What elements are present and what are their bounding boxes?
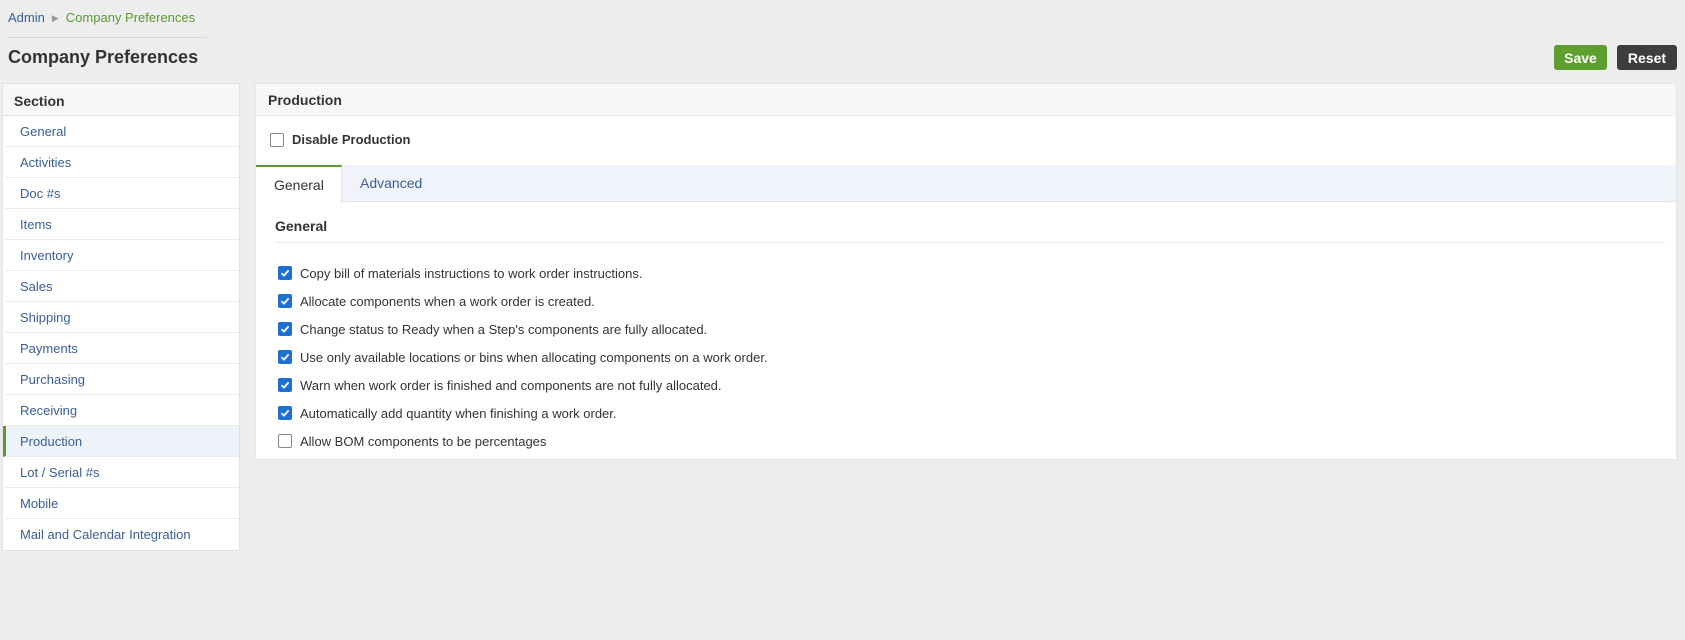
option-label[interactable]: Allow BOM components to be percentages [300, 434, 546, 449]
option-checkbox[interactable] [278, 266, 292, 280]
sidebar-item-doc-numbers[interactable]: Doc #s [3, 178, 239, 209]
sidebar-header: Section [3, 84, 239, 116]
option-label[interactable]: Copy bill of materials instructions to w… [300, 266, 642, 281]
option-allocate-components: Allocate components when a work order is… [278, 287, 768, 315]
breadcrumb-admin-link[interactable]: Admin [8, 10, 45, 25]
sidebar-item-activities[interactable]: Activities [3, 147, 239, 178]
tab-bar: General Advanced [256, 165, 1676, 203]
option-checkbox[interactable] [278, 322, 292, 336]
breadcrumb-chevron-icon: ▶ [51, 13, 59, 23]
option-checkbox[interactable] [278, 434, 292, 448]
tab-advanced[interactable]: Advanced [342, 165, 440, 202]
checkmark-icon [280, 381, 290, 389]
option-warn-not-allocated: Warn when work order is finished and com… [278, 371, 768, 399]
sidebar-item-mail-calendar[interactable]: Mail and Calendar Integration [3, 519, 239, 550]
sidebar-item-lot-serial[interactable]: Lot / Serial #s [3, 457, 239, 488]
option-bom-percentages: Allow BOM components to be percentages [278, 427, 768, 455]
option-label[interactable]: Use only available locations or bins whe… [300, 350, 768, 365]
checkmark-icon [280, 353, 290, 361]
tab-general[interactable]: General [256, 165, 342, 203]
checkmark-icon [280, 269, 290, 277]
option-available-locations: Use only available locations or bins whe… [278, 343, 768, 371]
sidebar-item-sales[interactable]: Sales [3, 271, 239, 302]
disable-production-checkbox[interactable] [270, 132, 284, 147]
option-label[interactable]: Change status to Ready when a Step's com… [300, 322, 707, 337]
option-checkbox[interactable] [278, 406, 292, 420]
production-panel: Production Disable Production General Ad… [255, 83, 1677, 460]
option-label[interactable]: Allocate components when a work order is… [300, 294, 595, 309]
section-title: General [275, 218, 328, 234]
sidebar-item-inventory[interactable]: Inventory [3, 240, 239, 271]
sidebar-item-items[interactable]: Items [3, 209, 239, 240]
breadcrumb: Admin ▶ Company Preferences [8, 10, 206, 38]
save-button[interactable]: Save [1554, 45, 1607, 70]
sidebar-item-general[interactable]: General [3, 116, 239, 147]
option-label[interactable]: Automatically add quantity when finishin… [300, 406, 617, 421]
sidebar-item-mobile[interactable]: Mobile [3, 488, 239, 519]
option-copy-bom-instructions: Copy bill of materials instructions to w… [278, 259, 768, 287]
panel-title: Production [256, 84, 1676, 116]
option-auto-add-quantity: Automatically add quantity when finishin… [278, 399, 768, 427]
sidebar-item-receiving[interactable]: Receiving [3, 395, 239, 426]
option-change-status-ready: Change status to Ready when a Step's com… [278, 315, 768, 343]
sidebar-item-purchasing[interactable]: Purchasing [3, 364, 239, 395]
section-divider [275, 242, 1665, 243]
sidebar-item-payments[interactable]: Payments [3, 333, 239, 364]
option-checkbox[interactable] [278, 378, 292, 392]
reset-button[interactable]: Reset [1617, 45, 1677, 70]
checkmark-icon [280, 297, 290, 305]
options-list: Copy bill of materials instructions to w… [278, 259, 768, 455]
checkmark-icon [280, 409, 290, 417]
sidebar-item-shipping[interactable]: Shipping [3, 302, 239, 333]
checkmark-icon [280, 325, 290, 333]
breadcrumb-current: Company Preferences [65, 10, 196, 25]
option-label[interactable]: Warn when work order is finished and com… [300, 378, 722, 393]
option-checkbox[interactable] [278, 294, 292, 308]
option-checkbox[interactable] [278, 350, 292, 364]
disable-production-row: Disable Production [270, 132, 410, 147]
sidebar-item-production[interactable]: Production [3, 426, 239, 457]
section-sidebar: Section General Activities Doc #s Items … [2, 83, 240, 551]
page-title: Company Preferences [8, 47, 199, 67]
disable-production-label[interactable]: Disable Production [292, 132, 410, 147]
